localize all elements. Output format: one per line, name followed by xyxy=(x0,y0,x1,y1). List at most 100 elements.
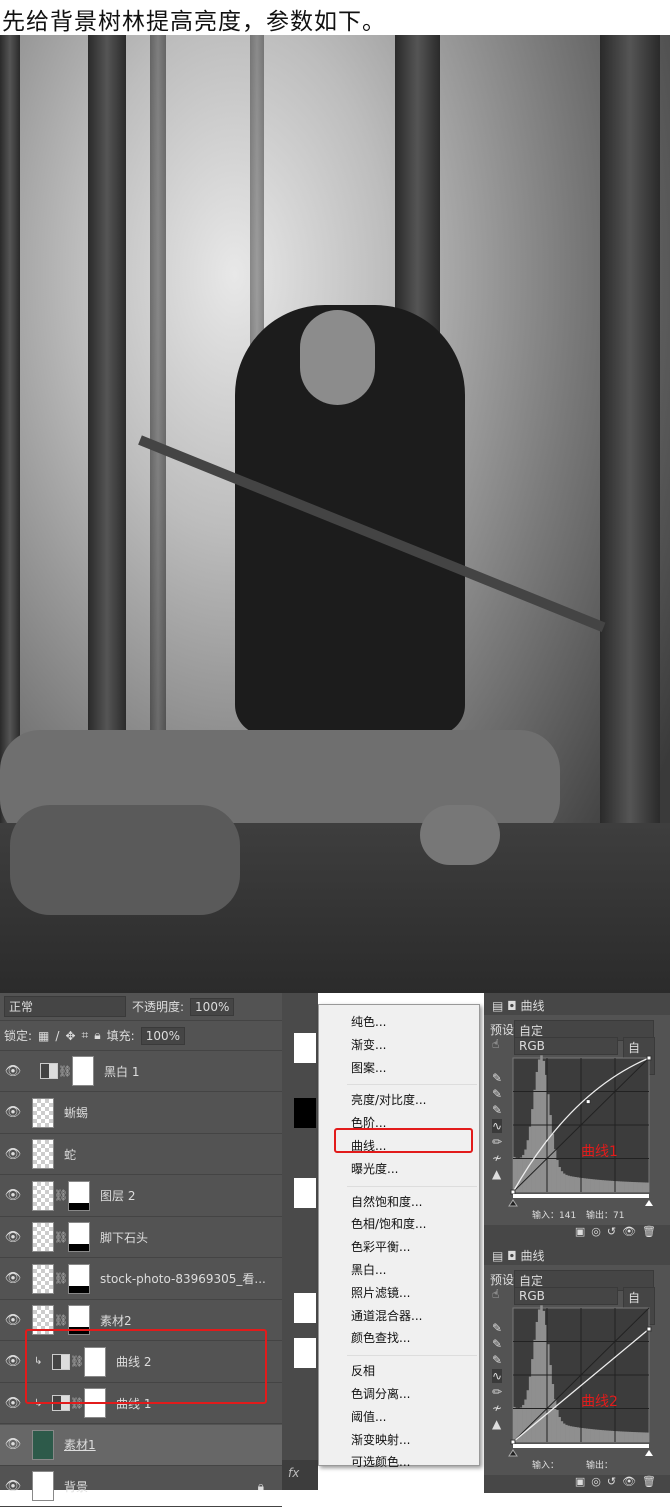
histogram-bar xyxy=(571,1176,575,1192)
layers-panel: 正常 不透明度: 100% 锁定: ▦ / ✥ ⌗ 🔒︎ 填充: 100% 👁︎… xyxy=(0,993,282,1507)
histogram-bar xyxy=(537,1059,541,1192)
histogram-bar xyxy=(646,1432,650,1442)
menu-item[interactable]: 渐变... xyxy=(351,1036,386,1053)
histogram-bar xyxy=(599,1179,602,1192)
visibility-eye-icon[interactable]: 👁︎ xyxy=(0,1437,26,1452)
fx-icon[interactable]: fx xyxy=(282,1460,318,1490)
menu-item[interactable]: 图案... xyxy=(351,1059,386,1076)
menu-item[interactable]: 曝光度... xyxy=(351,1160,398,1177)
link-icon: ⛓︎ xyxy=(54,1272,68,1285)
curve-point xyxy=(585,1099,591,1105)
layer-row[interactable]: 👁︎ ⛓︎ 图层 2 xyxy=(0,1176,282,1217)
menu-item[interactable]: 色调分离... xyxy=(351,1385,410,1402)
histogram-bar xyxy=(592,1179,595,1192)
histogram-bar xyxy=(644,1182,648,1192)
view-previous-icon[interactable]: ◎ xyxy=(591,1475,607,1488)
layer-row[interactable]: 👁︎ ⛓︎ 脚下石头 xyxy=(0,1217,282,1258)
clip-to-layer-icon[interactable]: ▣ xyxy=(575,1475,591,1488)
tree xyxy=(600,35,660,835)
menu-item[interactable]: 渐变映射... xyxy=(351,1431,410,1448)
background-layers-panel: fx xyxy=(282,993,318,1490)
layer-row[interactable]: 👁︎ 蛇 xyxy=(0,1134,282,1175)
histogram-bar xyxy=(594,1179,598,1192)
menu-item[interactable]: 颜色查找... xyxy=(351,1329,410,1346)
histogram-bar xyxy=(583,1178,586,1192)
histogram-bar xyxy=(637,1432,641,1442)
menu-item[interactable]: 色相/饱和度... xyxy=(351,1215,427,1232)
lock-label: 锁定: xyxy=(4,1029,33,1043)
histogram-bar xyxy=(599,1429,602,1442)
visibility-eye-icon[interactable]: 👁︎ xyxy=(0,1271,26,1286)
blend-mode-select[interactable]: 正常 xyxy=(4,996,126,1017)
menu-item[interactable]: 通道混合器... xyxy=(351,1307,422,1324)
histogram-bar xyxy=(601,1180,604,1192)
input-value: 输入： xyxy=(532,1461,560,1471)
layer-row[interactable]: 👁︎ ⛓︎ stock-photo-83969305_看... xyxy=(0,1259,282,1300)
menu-item[interactable]: 自然饱和度... xyxy=(351,1193,422,1210)
layer-mask-thumbnail[interactable] xyxy=(72,1056,94,1086)
menu-item[interactable]: 可选颜色... xyxy=(351,1453,410,1470)
layer-row[interactable]: 👁︎ 蜥蜴 xyxy=(0,1093,282,1134)
layer-name: 黑白 1 xyxy=(104,1064,140,1079)
visibility-eye-icon[interactable]: 👁︎ xyxy=(0,1147,26,1162)
layer-name: 素材2 xyxy=(100,1313,132,1328)
histogram-bar xyxy=(542,1060,546,1192)
layer-row[interactable]: 👁︎ 素材1 xyxy=(0,1424,282,1466)
histogram-bar xyxy=(531,1359,534,1442)
curves-graph[interactable] xyxy=(484,1243,670,1463)
layer-mask-thumbnail[interactable] xyxy=(68,1180,90,1211)
visibility-icon[interactable]: 👁︎ xyxy=(622,1475,642,1488)
reset-icon[interactable]: ↺ xyxy=(607,1225,622,1238)
visibility-eye-icon[interactable]: 👁︎ xyxy=(0,1230,26,1245)
curves-graph[interactable] xyxy=(484,993,670,1213)
menu-item[interactable]: 黑白... xyxy=(351,1261,386,1278)
lock-artboard-icon[interactable]: ⌗ xyxy=(82,1028,89,1043)
menu-separator xyxy=(347,1084,477,1086)
layer-row[interactable]: 👁︎ ⛓︎ 黑白 1 xyxy=(0,1051,282,1092)
histogram-bar xyxy=(621,1181,625,1192)
view-previous-icon[interactable]: ◎ xyxy=(591,1225,607,1238)
lock-move-icon[interactable]: ✥ xyxy=(65,1029,75,1043)
menu-item[interactable]: 照片滤镜... xyxy=(351,1284,410,1301)
layer-mask-thumbnail[interactable] xyxy=(68,1263,90,1294)
menu-item[interactable]: 反相 xyxy=(351,1362,375,1379)
opacity-input[interactable]: 100% xyxy=(190,997,235,1016)
reset-icon[interactable]: ↺ xyxy=(607,1475,622,1488)
clip-to-layer-icon[interactable]: ▣ xyxy=(575,1225,591,1238)
layer-thumbnail xyxy=(294,1338,316,1368)
layer-mask-thumbnail[interactable] xyxy=(68,1222,90,1252)
menu-item[interactable]: 色彩平衡... xyxy=(351,1238,410,1255)
curves-properties-panel: ▤ ◘ 曲线 预设: 自定 RGB 自动 ☝ ✎ ✎ ✎ ∿ ✏ ≁ ▲ 曲线1… xyxy=(484,993,670,1243)
delete-icon[interactable]: 🗑︎ xyxy=(642,1225,662,1238)
menu-separator xyxy=(347,1185,477,1187)
menu-item[interactable]: 亮度/对比度... xyxy=(351,1091,427,1108)
curve-point xyxy=(510,1189,516,1195)
menu-item[interactable]: 纯色... xyxy=(351,1013,386,1030)
visibility-eye-icon[interactable]: 👁︎ xyxy=(0,1105,26,1120)
menu-item[interactable]: 阈值... xyxy=(351,1408,386,1425)
layer-thumbnail xyxy=(32,1097,54,1128)
histogram-bar xyxy=(605,1430,609,1442)
lock-all-icon[interactable]: 🔒︎ xyxy=(94,1028,100,1043)
visibility-eye-icon[interactable]: 👁︎ xyxy=(0,1313,26,1328)
delete-icon[interactable]: 🗑︎ xyxy=(642,1475,662,1488)
panel-footer: ▣◎↺👁︎🗑︎ xyxy=(484,1225,670,1243)
histogram-bar xyxy=(560,1171,564,1192)
histogram-bar xyxy=(639,1182,643,1192)
visibility-eye-icon[interactable]: 👁︎ xyxy=(0,1396,26,1411)
histogram-bar xyxy=(592,1429,595,1442)
visibility-icon[interactable]: 👁︎ xyxy=(622,1225,642,1238)
fill-input[interactable]: 100% xyxy=(140,1026,186,1045)
curve-annotation: 曲线1 xyxy=(581,1144,618,1160)
fill-label: 填充: xyxy=(106,1029,135,1043)
histogram-bar xyxy=(590,1429,593,1442)
layer-name: 蜥蜴 xyxy=(64,1106,89,1120)
visibility-eye-icon[interactable]: 👁︎ xyxy=(0,1064,26,1079)
histogram-bar xyxy=(535,1071,539,1192)
layer-row[interactable]: 👁︎ 背景 🔒︎ xyxy=(0,1466,282,1507)
visibility-eye-icon[interactable]: 👁︎ xyxy=(0,1479,26,1494)
lock-transparent-icon[interactable]: ▦ xyxy=(38,1029,49,1043)
lock-brush-icon[interactable]: / xyxy=(55,1029,59,1043)
visibility-eye-icon[interactable]: 👁︎ xyxy=(0,1354,26,1369)
visibility-eye-icon[interactable]: 👁︎ xyxy=(0,1188,26,1203)
